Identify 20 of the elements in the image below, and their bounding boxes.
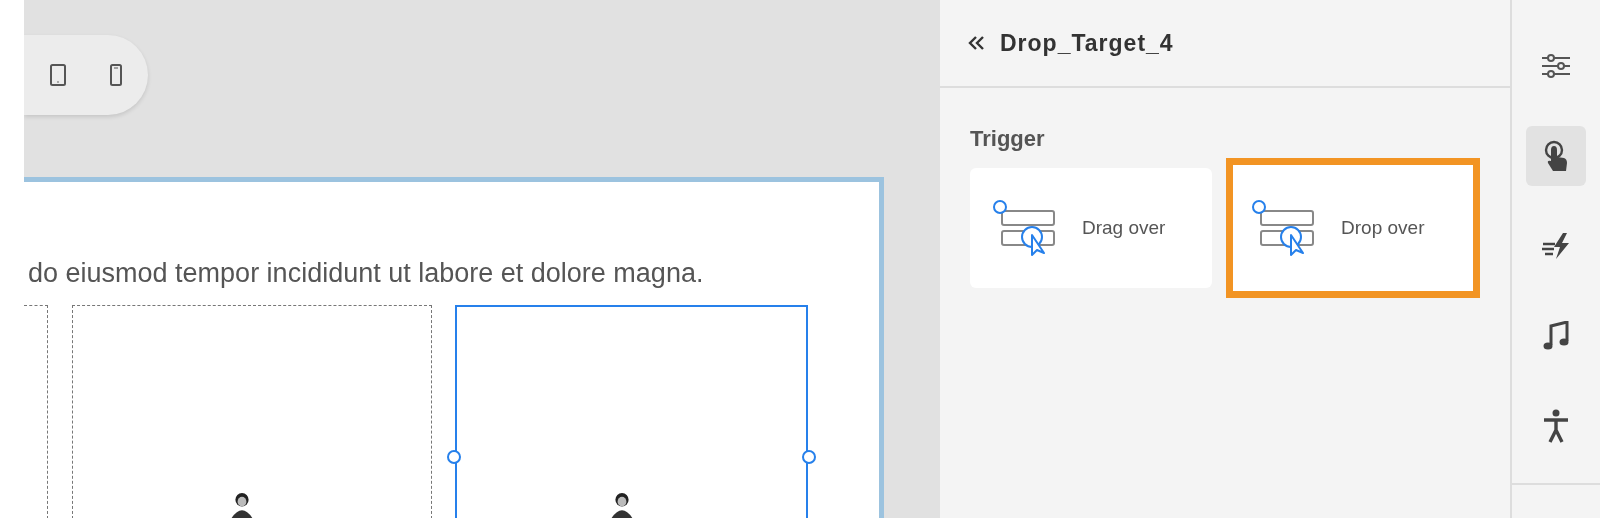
hand-pointer-icon [1543, 140, 1569, 172]
sliders-icon [1541, 53, 1571, 79]
drag-target-icon [1251, 199, 1316, 257]
drop-target[interactable] [24, 305, 48, 518]
accessibility-icon [1543, 409, 1569, 443]
panel-title: Drop_Target_4 [1000, 29, 1174, 57]
body-text: do eiusmod tempor incididunt ut labore et dolore magna. [28, 258, 705, 289]
resize-handle[interactable] [447, 450, 461, 464]
drag-target-icon [992, 199, 1056, 257]
phone-icon[interactable] [110, 64, 122, 86]
drop-target[interactable] [455, 305, 808, 518]
trigger-card[interactable]: Drag over [970, 168, 1213, 288]
collapse-icon[interactable] [968, 35, 986, 51]
touch-tab[interactable] [1526, 126, 1586, 186]
lightning-icon [1541, 232, 1571, 260]
resize-handle[interactable] [802, 450, 816, 464]
tablet-icon[interactable] [50, 64, 66, 86]
trigger-card[interactable]: Drop over [1226, 158, 1480, 298]
music-note-icon [1543, 321, 1569, 351]
section-label: Trigger [970, 126, 1046, 152]
